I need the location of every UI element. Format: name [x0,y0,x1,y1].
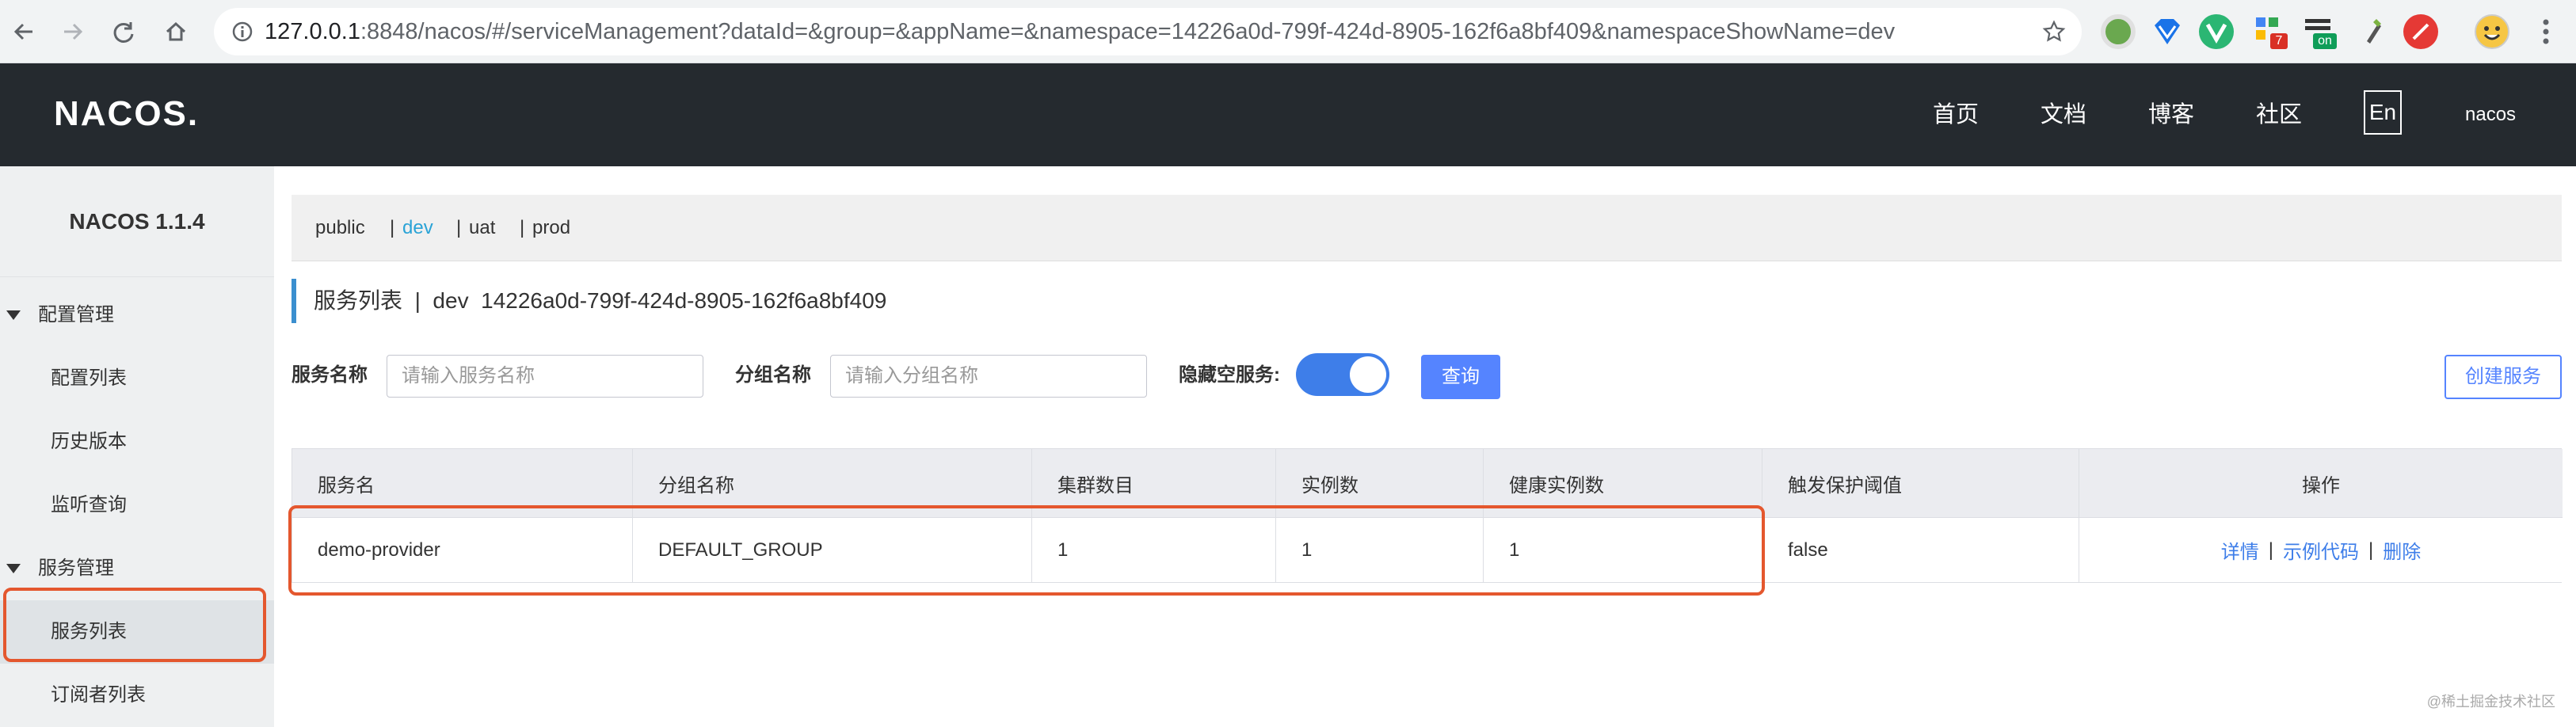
extension-green-icon[interactable] [2101,14,2136,49]
extension-block-icon[interactable] [2403,14,2438,49]
namespace-separator: | [390,217,395,238]
back-button[interactable] [5,13,43,51]
service-name-label: 服务名称 [292,364,368,386]
delete-link[interactable]: 删除 [2383,536,2421,564]
column-header-protect-threshold: 触发保护阈值 [1762,449,2079,517]
nav-home[interactable]: 首页 [1933,95,1979,135]
create-service-button[interactable]: 创建服务 [2445,355,2562,399]
namespace-prod[interactable]: prod [532,195,570,261]
hide-empty-label: 隐藏空服务: [1179,364,1280,386]
extension-toggle-icon[interactable]: on [2302,14,2337,49]
nav-blog[interactable]: 博客 [2148,95,2194,135]
reload-button[interactable] [105,13,143,51]
nav-community[interactable]: 社区 [2256,95,2302,135]
browser-toolbar: 127.0.0.1:8848/nacos/#/serviceManagement… [0,0,2576,63]
extension-badge: 7 [2270,33,2288,49]
extension-vue-icon[interactable] [2199,14,2234,49]
namespace-separator: | [456,217,462,238]
query-button[interactable]: 查询 [1421,355,1500,399]
extension-diamond-icon[interactable] [2150,14,2185,49]
menu-group-config[interactable]: 配置管理 [0,284,274,347]
caret-down-icon [6,310,21,320]
reload-icon [113,22,134,43]
sidebar-item-history[interactable]: 历史版本 [0,410,274,474]
caret-down-icon [6,564,21,573]
bookmark-star-icon[interactable] [2042,20,2066,44]
extension-grid-icon[interactable]: 7 [2253,14,2288,49]
sidebar-item-config-list[interactable]: 配置列表 [0,347,274,410]
highlight-box-row [288,505,1765,596]
sidebar-item-listener-query[interactable]: 监听查询 [0,474,274,537]
namespace-public[interactable]: public [315,195,365,261]
page-title: 服务列表 | dev 14226a0d-799f-424d-8905-162f6… [292,279,886,323]
hide-empty-switch[interactable] [1296,353,1389,396]
cell-protect-threshold: false [1762,518,2079,582]
extension-badge: on [2313,33,2337,49]
column-header-operations: 操作 [2302,474,2340,497]
url-text: 127.0.0.1:8848/nacos/#/serviceManagement… [265,19,1896,44]
service-name-input[interactable]: 请输入服务名称 [387,355,703,398]
forward-button[interactable] [54,13,92,51]
profile-avatar-icon[interactable] [2475,14,2509,49]
highlight-box-sidebar [3,588,266,662]
language-switch-button[interactable]: En [2364,90,2402,135]
nacos-logo[interactable]: NACOS. [54,89,199,139]
sample-code-link[interactable]: 示例代码 [2283,536,2359,564]
namespace-dev[interactable]: dev [402,195,433,261]
op-separator: | [2368,539,2374,561]
app-header: NACOS. 首页 文档 博客 社区 En nacos [0,63,2576,166]
detail-link[interactable]: 详情 [2221,536,2259,564]
user-name[interactable]: nacos [2465,95,2516,135]
op-separator: | [2268,539,2273,561]
version-label: NACOS 1.1.4 [0,166,274,277]
extension-pen-icon[interactable] [2353,14,2387,49]
address-bar[interactable]: 127.0.0.1:8848/nacos/#/serviceManagement… [214,8,2082,55]
sidebar-item-subscriber-list[interactable]: 订阅者列表 [0,664,274,727]
home-button[interactable] [157,13,195,51]
namespace-bar: public | dev | uat | prod [292,195,2562,261]
namespace-separator: | [520,217,525,238]
back-arrow-icon [13,23,32,40]
cell-operations: 详情 | 示例代码 | 删除 [2079,518,2563,582]
group-name-label: 分组名称 [735,364,811,386]
switch-knob [1350,356,1386,393]
namespace-uat[interactable]: uat [469,195,495,261]
info-icon[interactable] [231,21,253,43]
nav-docs[interactable]: 文档 [2041,95,2086,135]
watermark: @稀土掘金技术社区 [2426,694,2555,710]
forward-arrow-icon [64,23,83,40]
browser-menu-icon[interactable] [2543,16,2549,48]
home-icon [166,21,186,41]
group-name-input[interactable]: 请输入分组名称 [830,355,1147,398]
